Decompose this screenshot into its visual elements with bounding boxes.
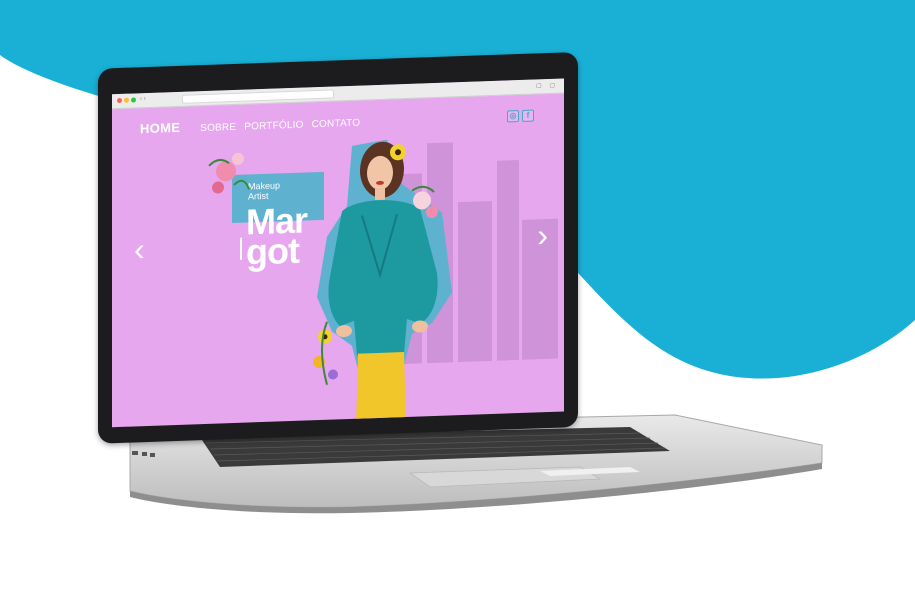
- screen-bezel: ‹ › ▢ ▢ HOME SOBRE PORTFÓLIO CONTATO ◎ f…: [98, 51, 578, 444]
- browser-nav-buttons[interactable]: ‹ ›: [140, 96, 146, 102]
- laptop-lid: ‹ › ▢ ▢ HOME SOBRE PORTFÓLIO CONTATO ◎ f…: [98, 51, 598, 453]
- title-divider: [240, 237, 242, 260]
- flower-decoration-right: [411, 185, 438, 219]
- browser-extension-icons[interactable]: ▢ ▢: [536, 82, 558, 90]
- facebook-icon[interactable]: f: [522, 109, 534, 122]
- flower-decoration-bottom: [313, 321, 338, 386]
- browser-toolbar: ‹ › ▢ ▢: [112, 78, 564, 110]
- browser-window: ‹ › ▢ ▢ HOME SOBRE PORTFÓLIO CONTATO ◎ f…: [112, 78, 564, 428]
- nav-home-link[interactable]: HOME: [140, 120, 180, 136]
- carousel-next-arrow-icon[interactable]: ›: [537, 217, 548, 253]
- flower-decoration-left: [208, 152, 250, 194]
- social-links: ◎ f: [507, 109, 534, 123]
- minimize-window-button[interactable]: [124, 97, 129, 103]
- instagram-icon[interactable]: ◎: [507, 110, 519, 123]
- maximize-window-button[interactable]: [131, 97, 136, 103]
- nav-link-sobre[interactable]: SOBRE: [200, 122, 236, 134]
- close-window-button[interactable]: [117, 97, 122, 104]
- address-bar[interactable]: [182, 89, 334, 104]
- carousel-prev-arrow-icon[interactable]: ‹: [134, 231, 145, 267]
